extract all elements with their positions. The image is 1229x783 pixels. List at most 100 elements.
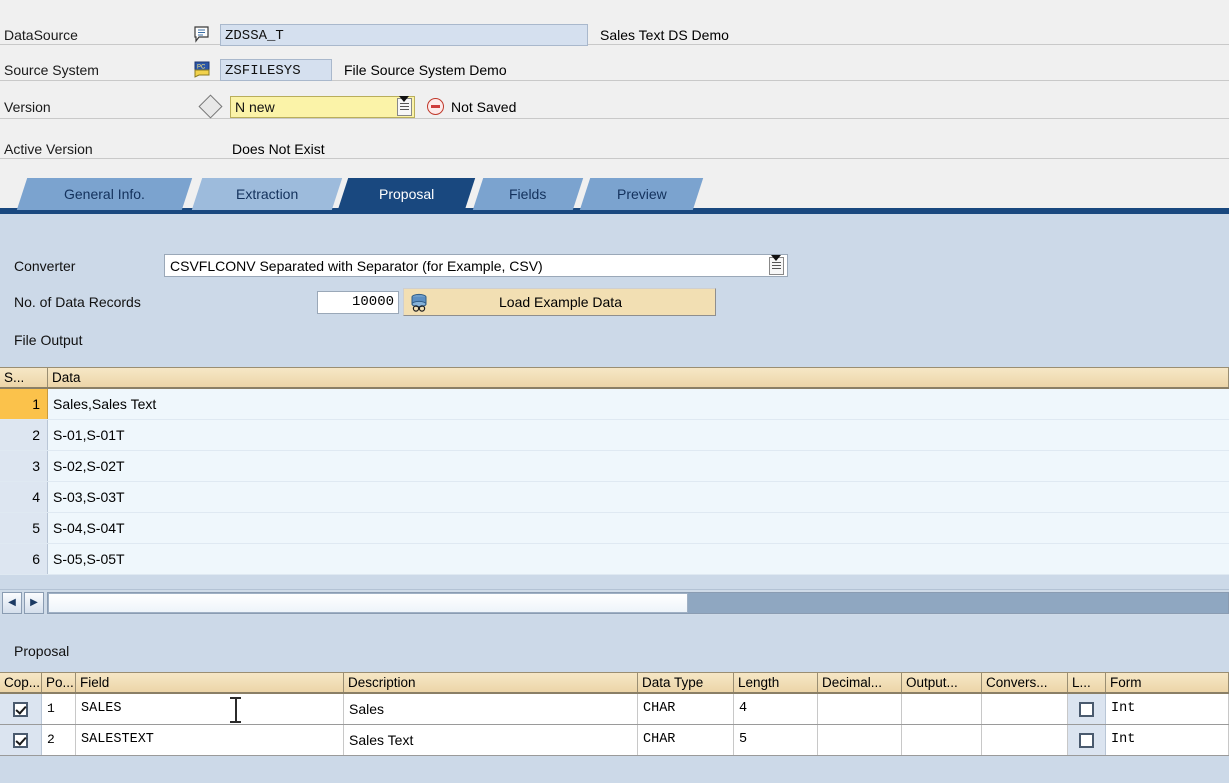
row-data[interactable]: Sales,Sales Text xyxy=(48,389,1229,419)
table-row[interactable]: 4 S-03,S-03T xyxy=(0,482,1229,513)
tab-strip: General Info. Extraction Proposal Fields… xyxy=(0,178,1229,214)
table-row[interactable]: 2 SALESTEXT Sales Text CHAR 5 Int xyxy=(0,725,1229,756)
active-version-row: Active Version Does Not Exist xyxy=(0,132,1229,165)
database-search-icon xyxy=(410,293,430,312)
data-records-label: No. of Data Records xyxy=(14,294,317,310)
tab-general-info[interactable]: General Info. xyxy=(17,178,192,210)
column-header-position[interactable]: Po... xyxy=(42,673,76,692)
load-example-data-label: Load Example Data xyxy=(430,294,715,310)
datasource-row: DataSource ZDSSA_T Sales Text DS Demo xyxy=(0,18,1229,51)
tab-fields[interactable]: Fields xyxy=(473,178,583,210)
column-header-copy[interactable]: Cop... xyxy=(0,673,42,692)
column-header-lowercase[interactable]: L... xyxy=(1068,673,1106,692)
row-length[interactable]: 5 xyxy=(734,725,818,755)
column-header-conversion[interactable]: Convers... xyxy=(982,673,1068,692)
row-data-type[interactable]: CHAR xyxy=(638,694,734,724)
dropdown-list-icon[interactable] xyxy=(397,98,412,116)
row-length[interactable]: 4 xyxy=(734,694,818,724)
table-row[interactable]: 5 S-04,S-04T xyxy=(0,513,1229,544)
file-system-icon[interactable]: PC xyxy=(194,61,220,78)
file-output-title: File Output xyxy=(14,332,82,348)
datasource-input[interactable]: ZDSSA_T xyxy=(220,24,588,46)
tab-preview[interactable]: Preview xyxy=(580,178,703,210)
row-format[interactable]: Int xyxy=(1106,725,1229,755)
tab-fields-label: Fields xyxy=(507,186,548,202)
version-row: Version N new Not Saved xyxy=(0,90,1229,123)
row-data[interactable]: S-02,S-02T xyxy=(48,451,1229,481)
column-header-data-type[interactable]: Data Type xyxy=(638,673,734,692)
datasource-description: Sales Text DS Demo xyxy=(600,27,729,43)
dropdown-list-icon[interactable] xyxy=(769,257,784,275)
copy-checkbox-cell[interactable] xyxy=(0,725,42,755)
source-system-description: File Source System Demo xyxy=(344,62,507,78)
row-data[interactable]: S-05,S-05T xyxy=(48,544,1229,574)
scrollbar-thumb[interactable] xyxy=(48,593,688,613)
lowercase-checkbox[interactable] xyxy=(1079,733,1094,748)
column-header-field[interactable]: Field xyxy=(76,673,344,692)
scroll-right-arrow-icon[interactable]: ▶ xyxy=(24,592,44,614)
lowercase-checkbox-cell[interactable] xyxy=(1068,725,1106,755)
sap-datasource-maintenance-screen: DataSource ZDSSA_T Sales Text DS Demo So… xyxy=(0,0,1229,783)
row-data-type[interactable]: CHAR xyxy=(638,725,734,755)
row-data[interactable]: S-03,S-03T xyxy=(48,482,1229,512)
table-row[interactable]: 1 Sales,Sales Text xyxy=(0,389,1229,420)
data-records-input[interactable]: 10000 xyxy=(317,291,399,314)
row-format[interactable]: Int xyxy=(1106,694,1229,724)
file-output-header-row: S... Data xyxy=(0,367,1229,389)
column-header-seq[interactable]: S... xyxy=(0,368,48,387)
datasource-label: DataSource xyxy=(0,27,194,43)
table-row[interactable]: 6 S-05,S-05T xyxy=(0,544,1229,575)
row-output[interactable] xyxy=(902,694,982,724)
row-sequence[interactable]: 2 xyxy=(0,420,48,450)
row-field[interactable]: SALES xyxy=(76,694,344,724)
column-header-data[interactable]: Data xyxy=(48,368,1229,387)
copy-checkbox-cell[interactable] xyxy=(0,694,42,724)
version-label: Version xyxy=(0,99,194,115)
column-header-decimal[interactable]: Decimal... xyxy=(818,673,902,692)
table-row[interactable]: 1 SALES Sales CHAR 4 Int xyxy=(0,694,1229,725)
converter-dropdown[interactable]: CSVFLCONV Separated with Separator (for … xyxy=(164,254,788,277)
row-sequence[interactable]: 1 xyxy=(0,389,48,419)
version-dropdown[interactable]: N new xyxy=(230,96,415,118)
row-data[interactable]: S-01,S-01T xyxy=(48,420,1229,450)
row-output[interactable] xyxy=(902,725,982,755)
row-conversion[interactable] xyxy=(982,725,1068,755)
source-system-label: Source System xyxy=(0,62,194,78)
row-field[interactable]: SALESTEXT xyxy=(76,725,344,755)
row-decimal[interactable] xyxy=(818,725,902,755)
row-sequence[interactable]: 3 xyxy=(0,451,48,481)
tab-extraction[interactable]: Extraction xyxy=(192,178,342,210)
source-system-input[interactable]: ZSFILESYS xyxy=(220,59,332,81)
row-sequence[interactable]: 6 xyxy=(0,544,48,574)
text-cursor xyxy=(230,697,241,723)
file-output-body: 1 Sales,Sales Text 2 S-01,S-01T 3 S-02,S… xyxy=(0,389,1229,575)
lowercase-checkbox-cell[interactable] xyxy=(1068,694,1106,724)
tab-proposal[interactable]: Proposal xyxy=(338,178,475,210)
document-icon[interactable] xyxy=(194,26,220,43)
row-sequence[interactable]: 4 xyxy=(0,482,48,512)
table-row[interactable]: 3 S-02,S-02T xyxy=(0,451,1229,482)
row-description[interactable]: Sales xyxy=(344,694,638,724)
row-description[interactable]: Sales Text xyxy=(344,725,638,755)
row-decimal[interactable] xyxy=(818,694,902,724)
column-header-output[interactable]: Output... xyxy=(902,673,982,692)
column-header-length[interactable]: Length xyxy=(734,673,818,692)
column-header-description[interactable]: Description xyxy=(344,673,638,692)
file-output-horizontal-scrollbar[interactable]: ◀ ▶ xyxy=(0,589,1229,615)
copy-checkbox[interactable] xyxy=(13,733,28,748)
proposal-table: Cop... Po... Field Description Data Type… xyxy=(0,672,1229,756)
table-row[interactable]: 2 S-01,S-01T xyxy=(0,420,1229,451)
row-sequence[interactable]: 5 xyxy=(0,513,48,543)
row-conversion[interactable] xyxy=(982,694,1068,724)
load-example-data-button[interactable]: Load Example Data xyxy=(403,288,716,316)
row-position[interactable]: 2 xyxy=(42,725,76,755)
scrollbar-track[interactable] xyxy=(47,592,1229,614)
save-status-label: Not Saved xyxy=(451,99,516,115)
copy-checkbox[interactable] xyxy=(13,702,28,717)
tab-preview-label: Preview xyxy=(615,186,669,202)
row-data[interactable]: S-04,S-04T xyxy=(48,513,1229,543)
row-position[interactable]: 1 xyxy=(42,694,76,724)
lowercase-checkbox[interactable] xyxy=(1079,702,1094,717)
column-header-format[interactable]: Form xyxy=(1106,673,1229,692)
scroll-left-arrow-icon[interactable]: ◀ xyxy=(2,592,22,614)
